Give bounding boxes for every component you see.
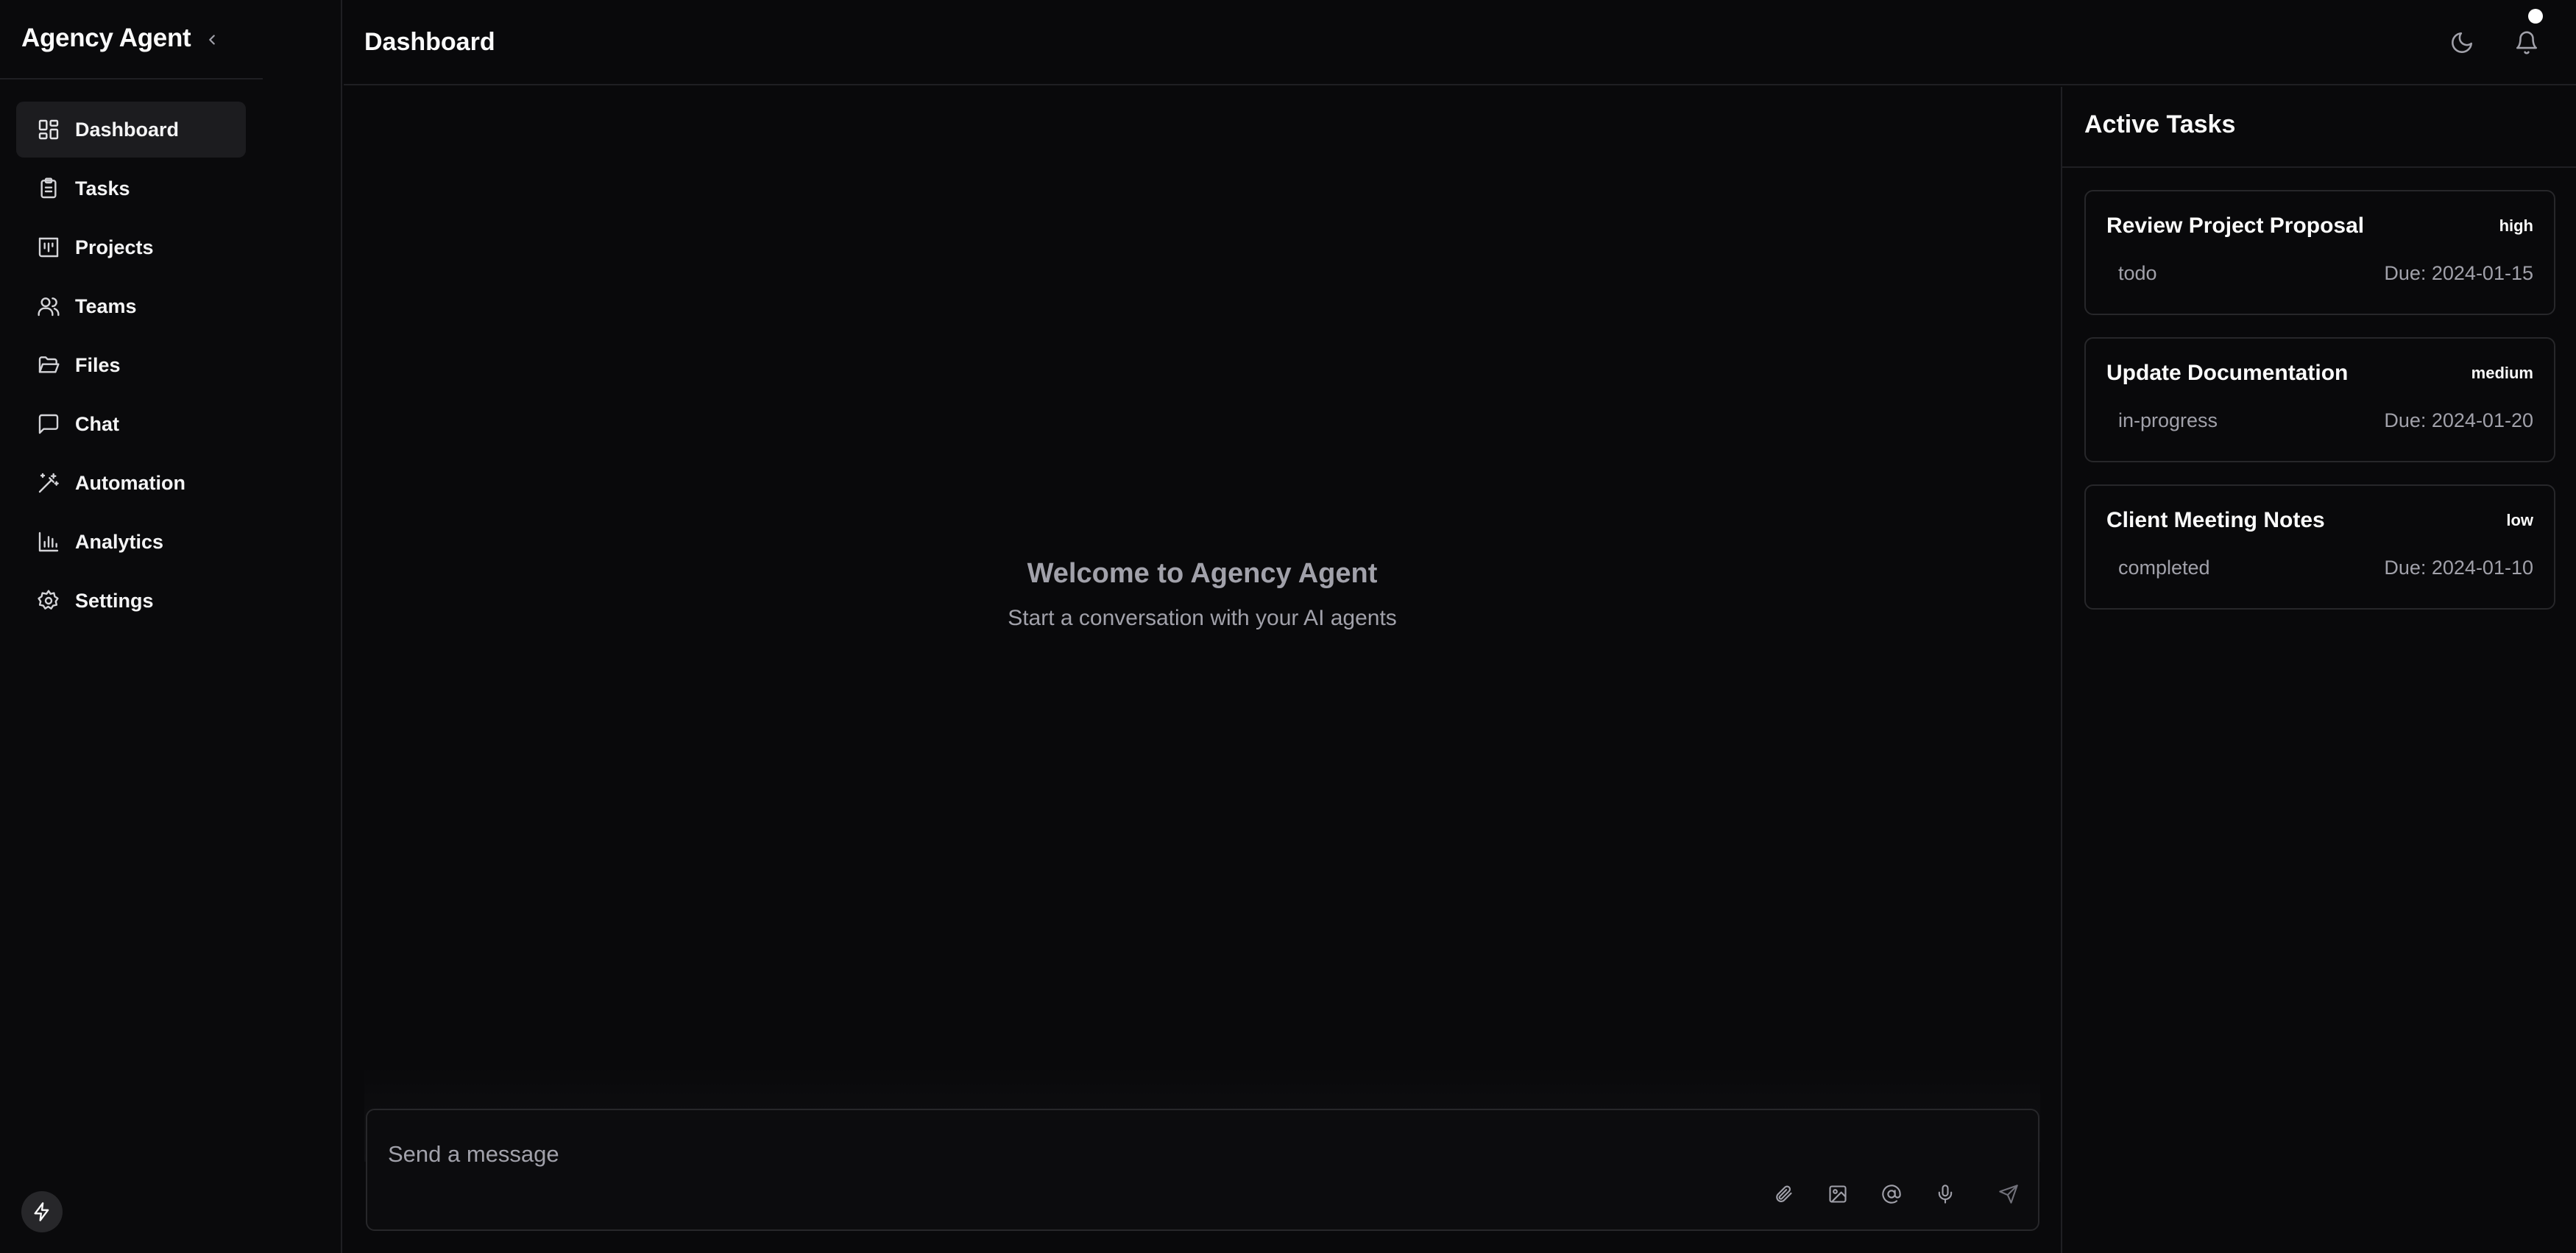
app-root: Agency Agent Dashboard Tasks Projects Te…	[0, 0, 2576, 1253]
task-card[interactable]: Update Documentation medium in-progress …	[2084, 337, 2555, 462]
active-tasks-header: Active Tasks	[2062, 87, 2576, 168]
welcome-title: Welcome to Agency Agent	[1027, 558, 1378, 589]
zap-icon	[34, 1202, 49, 1221]
bell-icon	[2516, 31, 2538, 54]
sidebar-item-label: Chat	[75, 413, 119, 435]
chevron-left-icon	[209, 35, 215, 45]
kanban-chart-icon	[37, 236, 60, 259]
page-title: Dashboard	[364, 28, 495, 56]
microphone-icon	[1938, 1185, 1953, 1204]
priority-badge: medium	[2471, 364, 2533, 382]
mention-button[interactable]	[1877, 1179, 1906, 1209]
at-sign-icon	[1882, 1185, 1901, 1204]
voice-input-button[interactable]	[1931, 1179, 1960, 1209]
sidebar-item-tasks[interactable]: Tasks	[16, 160, 246, 216]
sidebar-item-label: Automation	[75, 472, 185, 494]
priority-badge: low	[2506, 511, 2533, 529]
task-card[interactable]: Review Project Proposal high todo Due: 2…	[2084, 190, 2555, 315]
sidebar-item-label: Analytics	[75, 531, 164, 553]
gear-icon	[37, 589, 60, 613]
sidebar-item-label: Dashboard	[75, 119, 180, 141]
send-icon	[1999, 1185, 2018, 1204]
welcome-message: Welcome to Agency Agent Start a conversa…	[344, 558, 2061, 631]
notifications-button[interactable]	[2509, 9, 2544, 60]
notification-dot	[2528, 9, 2543, 24]
task-due-date: Due: 2024-01-15	[2384, 262, 2533, 284]
message-input[interactable]	[388, 1138, 1786, 1171]
active-tasks-title: Active Tasks	[2084, 110, 2236, 138]
task-title: Review Project Proposal	[2106, 213, 2365, 238]
sidebar-item-chat[interactable]: Chat	[16, 396, 246, 452]
message-square-icon	[37, 412, 60, 436]
image-icon	[1829, 1185, 1847, 1203]
send-button[interactable]	[1994, 1179, 2023, 1209]
top-header: Dashboard	[344, 0, 2576, 85]
task-status: completed	[2118, 557, 2210, 579]
quick-action-button[interactable]	[21, 1191, 63, 1232]
sidebar-item-dashboard[interactable]: Dashboard	[16, 102, 246, 158]
clipboard-list-icon	[37, 177, 60, 200]
task-card[interactable]: Client Meeting Notes low completed Due: …	[2084, 484, 2555, 610]
sidebar-item-settings[interactable]: Settings	[16, 573, 246, 629]
sidebar-item-automation[interactable]: Automation	[16, 455, 246, 511]
paperclip-icon	[1776, 1185, 1792, 1202]
chat-area: Welcome to Agency Agent Start a conversa…	[344, 87, 2061, 1253]
attach-file-button[interactable]	[1769, 1179, 1798, 1209]
collapse-sidebar-button[interactable]	[199, 27, 225, 53]
sidebar-item-label: Settings	[75, 590, 154, 612]
task-due-date: Due: 2024-01-20	[2384, 409, 2533, 431]
sidebar-item-label: Projects	[75, 236, 154, 258]
sidebar-item-teams[interactable]: Teams	[16, 278, 246, 334]
app-name: Agency Agent	[21, 24, 191, 52]
moon-icon	[2452, 32, 2473, 53]
users-icon	[37, 294, 60, 318]
sidebar-nav: Dashboard Tasks Projects Teams Files Cha…	[16, 102, 246, 632]
sidebar-item-label: Files	[75, 354, 121, 376]
attach-image-button[interactable]	[1823, 1179, 1853, 1209]
sidebar-header: Agency Agent	[0, 0, 263, 80]
bar-chart-icon	[37, 530, 60, 554]
sidebar-item-projects[interactable]: Projects	[16, 219, 246, 275]
active-tasks-panel: Active Tasks Review Project Proposal hig…	[2061, 87, 2576, 1253]
welcome-subtitle: Start a conversation with your AI agents	[1008, 606, 1397, 630]
sidebar-item-files[interactable]: Files	[16, 337, 246, 393]
sidebar: Agency Agent Dashboard Tasks Projects Te…	[0, 0, 342, 1253]
priority-badge: high	[2499, 216, 2533, 235]
wand-icon	[37, 471, 60, 495]
message-composer	[366, 1109, 2039, 1231]
sidebar-item-label: Tasks	[75, 177, 130, 200]
task-title: Client Meeting Notes	[2106, 508, 2325, 532]
task-title: Update Documentation	[2106, 361, 2349, 385]
layout-dashboard-icon	[37, 118, 60, 141]
sidebar-item-analytics[interactable]: Analytics	[16, 514, 246, 570]
task-due-date: Due: 2024-01-10	[2384, 557, 2533, 579]
folder-open-icon	[37, 353, 60, 377]
task-status: in-progress	[2118, 409, 2218, 431]
sidebar-item-label: Teams	[75, 295, 137, 317]
task-status: todo	[2118, 262, 2157, 284]
theme-toggle-button[interactable]	[2444, 25, 2480, 60]
